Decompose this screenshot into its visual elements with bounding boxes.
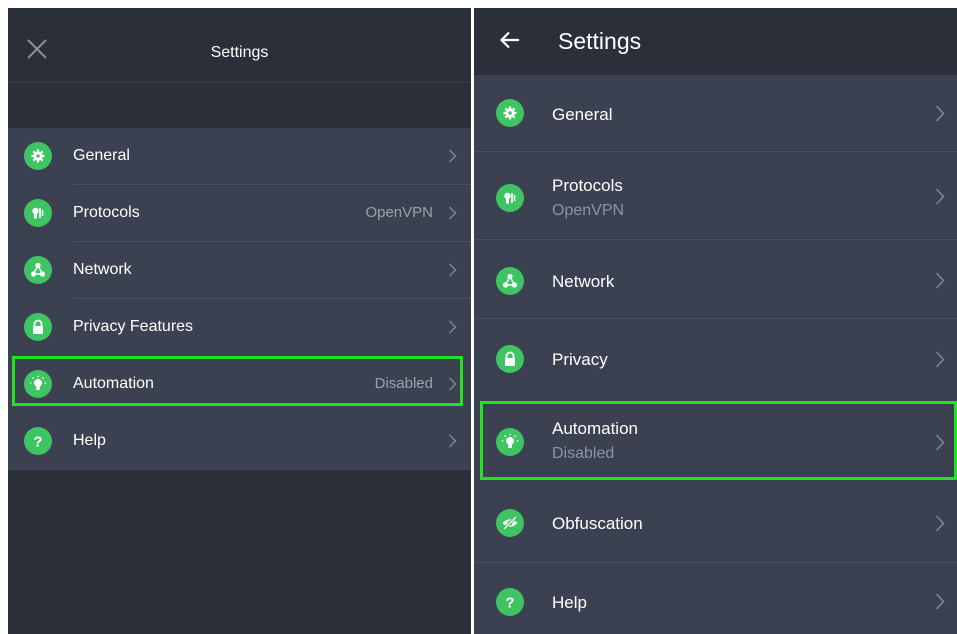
item-subtitle: OpenVPN [552, 202, 625, 219]
lightbulb-icon [496, 428, 524, 456]
item-label: Protocols [552, 176, 623, 195]
item-label: Obfuscation [552, 514, 643, 533]
item-label: Privacy [552, 350, 608, 369]
chevron-right-icon [448, 377, 457, 391]
left-settings-panel: Settings General Protocols OpenVPN Netwo… [8, 8, 471, 634]
lightbulb-icon [24, 370, 52, 398]
settings-item-protocols[interactable]: Protocols OpenVPN [474, 152, 957, 240]
settings-item-automation[interactable]: Automation Disabled [8, 356, 471, 413]
item-label: General [552, 105, 613, 124]
chevron-right-icon [935, 188, 945, 205]
settings-item-privacy[interactable]: Privacy [474, 319, 957, 400]
chevron-right-icon [935, 593, 945, 610]
page-title: Settings [210, 44, 269, 61]
settings-item-general[interactable]: General [474, 75, 957, 152]
item-value: OpenVPN [365, 204, 433, 221]
item-label: Help [552, 593, 587, 612]
svg-text:?: ? [33, 434, 42, 450]
chevron-right-icon [448, 263, 457, 277]
gear-icon [24, 142, 52, 170]
chevron-right-icon [448, 206, 457, 220]
chevron-right-icon [448, 434, 457, 448]
chevron-right-icon [448, 320, 457, 334]
question-icon: ? [24, 427, 52, 455]
eye-slash-icon [496, 509, 524, 537]
network-icon [24, 256, 52, 284]
settings-item-help[interactable]: ? Help [8, 413, 471, 470]
network-icon [496, 267, 524, 295]
settings-item-protocols[interactable]: Protocols OpenVPN [8, 185, 471, 242]
protocol-icon [24, 199, 52, 227]
settings-list: General Protocols OpenVPN Network Privac… [8, 128, 471, 470]
item-value: Disabled [374, 375, 433, 392]
lock-icon [496, 345, 524, 373]
settings-item-network[interactable]: Network [474, 240, 957, 319]
protocol-icon [496, 184, 524, 212]
left-header: Settings [8, 8, 471, 83]
item-label: Automation [552, 419, 638, 438]
settings-item-network[interactable]: Network [8, 242, 471, 299]
page-title: Settings [558, 28, 642, 54]
right-settings-panel: Settings General Protocols OpenVPN Netwo… [474, 8, 957, 634]
item-label: Help [73, 432, 106, 449]
arrow-left-icon [499, 31, 519, 49]
back-button[interactable] [498, 28, 522, 52]
settings-item-general[interactable]: General [8, 128, 471, 185]
settings-item-privacy-features[interactable]: Privacy Features [8, 299, 471, 356]
lock-icon [24, 313, 52, 341]
item-label: General [73, 147, 130, 164]
chevron-right-icon [935, 515, 945, 532]
item-label: Automation [73, 375, 154, 392]
chevron-right-icon [935, 434, 945, 451]
chevron-right-icon [935, 272, 945, 289]
settings-item-help[interactable]: ? Help [474, 563, 957, 634]
settings-item-automation[interactable]: Automation Disabled [474, 400, 957, 480]
item-subtitle: Disabled [552, 445, 615, 462]
settings-item-obfuscation[interactable]: Obfuscation [474, 480, 957, 563]
chevron-right-icon [935, 105, 945, 122]
chevron-right-icon [935, 351, 945, 368]
gear-icon [496, 99, 524, 127]
right-header: Settings [474, 8, 957, 75]
item-label: Network [73, 261, 132, 278]
svg-text:?: ? [505, 595, 514, 611]
item-label: Privacy Features [73, 318, 194, 335]
question-icon: ? [496, 588, 524, 616]
item-label: Protocols [73, 204, 140, 221]
chevron-right-icon [448, 149, 457, 163]
item-label: Network [552, 272, 615, 291]
